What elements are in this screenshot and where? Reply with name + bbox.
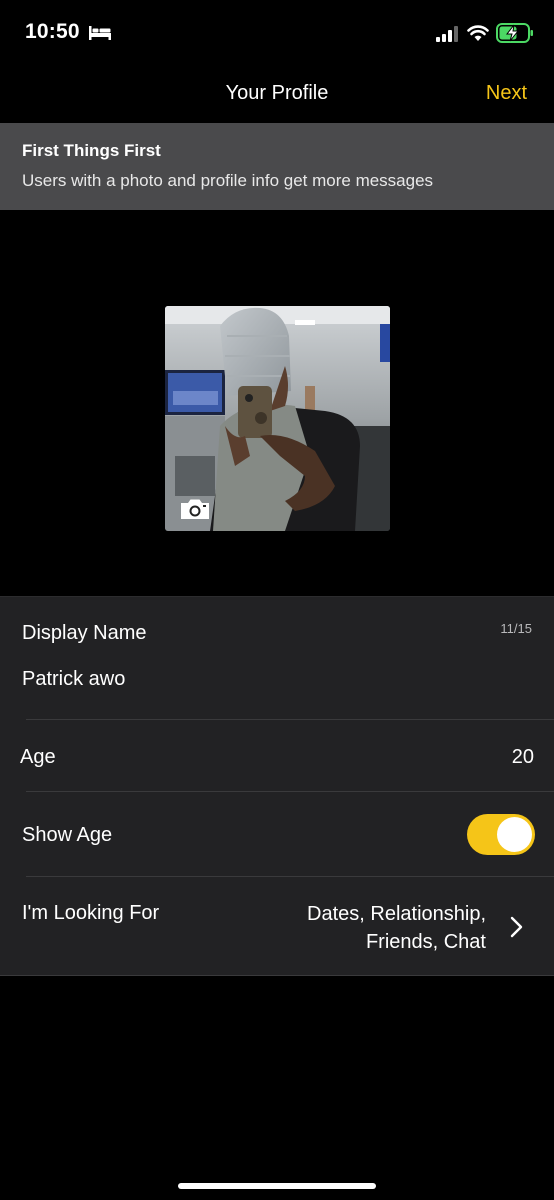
age-value[interactable]: 20	[512, 746, 534, 769]
looking-for-label: I'm Looking For	[22, 902, 160, 924]
looking-for-value-line1: Dates, Relationship,	[307, 903, 486, 925]
display-name-field[interactable]: Patrick awo	[22, 668, 125, 691]
divider	[26, 719, 554, 720]
display-name-label: Display Name	[22, 622, 147, 644]
show-age-label: Show Age	[22, 824, 113, 846]
age-label: Age	[20, 746, 56, 768]
home-indicator	[178, 1183, 376, 1189]
looking-for-value[interactable]: Dates, Relationship, Friends, Chat	[307, 900, 486, 956]
looking-for-value-line2: Friends, Chat	[365, 931, 486, 953]
status-time: 10:50	[25, 20, 80, 43]
divider	[26, 876, 554, 877]
battery-charging-icon	[496, 23, 533, 43]
info-banner: First Things First Users with a photo an…	[0, 123, 554, 210]
nav-bar: Your Profile Next	[0, 66, 554, 123]
toggle-knob	[497, 817, 532, 852]
banner-title: First Things First	[22, 141, 161, 160]
bed-icon	[89, 26, 111, 40]
signal-icon	[436, 26, 458, 42]
profile-form: Display Name 11/15 Patrick awo Age 20 Sh…	[0, 596, 554, 976]
display-name-counter: 11/15	[500, 621, 532, 636]
divider	[26, 791, 554, 792]
banner-text: Users with a photo and profile info get …	[22, 171, 434, 190]
next-button[interactable]: Next	[486, 82, 527, 105]
chevron-right-icon[interactable]	[506, 915, 526, 939]
page-title: Your Profile	[225, 82, 329, 104]
status-bar: 10:50	[0, 0, 554, 66]
wifi-icon	[467, 25, 489, 41]
show-age-toggle[interactable]	[467, 814, 535, 855]
camera-icon[interactable]	[179, 497, 211, 521]
